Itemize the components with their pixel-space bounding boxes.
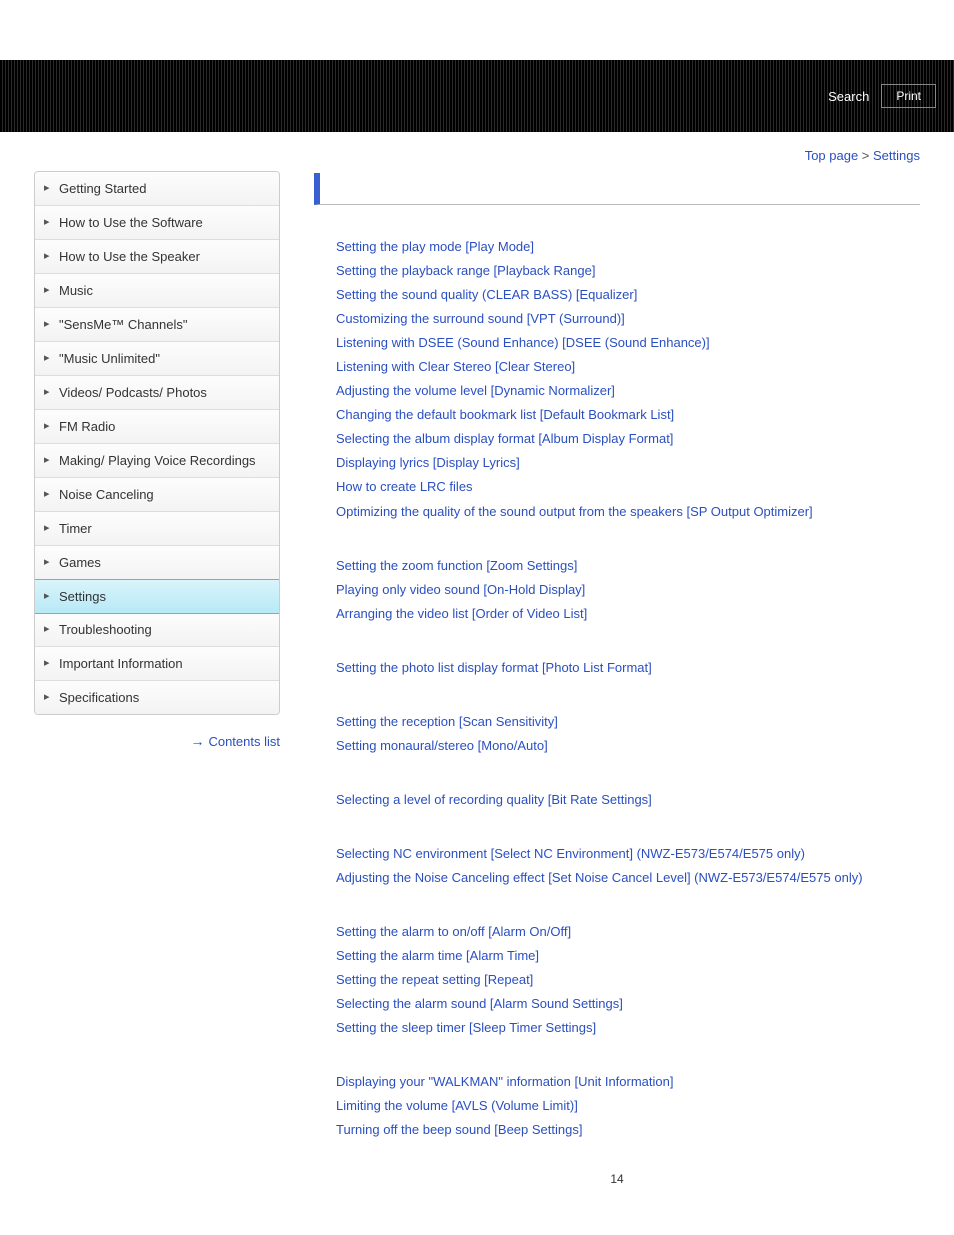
content-link[interactable]: Setting the playback range [Playback Ran…: [336, 259, 920, 283]
sidebar-item[interactable]: Getting Started: [35, 172, 279, 206]
contents-list-link-wrap: → Contents list: [34, 733, 280, 749]
sidebar-item[interactable]: Timer: [35, 512, 279, 546]
content-link[interactable]: Displaying lyrics [Display Lyrics]: [336, 451, 920, 475]
breadcrumb-sep: >: [858, 148, 873, 163]
sidebar-item[interactable]: Noise Canceling: [35, 478, 279, 512]
breadcrumb-current[interactable]: Settings: [873, 148, 920, 163]
content-link[interactable]: How to create LRC files: [336, 475, 920, 499]
content-link[interactable]: Setting the play mode [Play Mode]: [336, 235, 920, 259]
sidebar: Getting Started How to Use the Software Ho…: [34, 171, 280, 715]
sidebar-item[interactable]: Videos/ Podcasts/ Photos: [35, 376, 279, 410]
content-link[interactable]: Setting the sleep timer [Sleep Timer Set…: [336, 1016, 920, 1040]
content-link[interactable]: Changing the default bookmark list [Defa…: [336, 403, 920, 427]
link-group: Displaying your "WALKMAN" information [U…: [336, 1070, 920, 1142]
link-group: Selecting NC environment [Select NC Envi…: [336, 842, 920, 890]
content-link[interactable]: Playing only video sound [On-Hold Displa…: [336, 578, 920, 602]
content-link[interactable]: Selecting a level of recording quality […: [336, 788, 920, 812]
sidebar-item-label: "Music Unlimited": [59, 351, 160, 366]
sidebar-item-label: How to Use the Software: [59, 215, 203, 230]
sidebar-item-label: Noise Canceling: [59, 487, 154, 502]
sidebar-item-label: Games: [59, 555, 101, 570]
sidebar-item-label: Specifications: [59, 690, 139, 705]
content-link[interactable]: Turning off the beep sound [Beep Setting…: [336, 1118, 920, 1142]
link-group: Setting the play mode [Play Mode]Setting…: [336, 235, 920, 524]
sidebar-item-label: "SensMe™ Channels": [59, 317, 187, 332]
sidebar-item[interactable]: FM Radio: [35, 410, 279, 444]
sidebar-item[interactable]: "Music Unlimited": [35, 342, 279, 376]
content-link[interactable]: Adjusting the Noise Canceling effect [Se…: [336, 866, 920, 890]
sidebar-item[interactable]: Important Information: [35, 647, 279, 681]
sidebar-item[interactable]: How to Use the Software: [35, 206, 279, 240]
header-bar: Search Print: [0, 60, 954, 132]
content-link[interactable]: Selecting NC environment [Select NC Envi…: [336, 842, 920, 866]
sidebar-item-label: Getting Started: [59, 181, 146, 196]
page-number: 14: [314, 1172, 920, 1186]
sidebar-item-label: Videos/ Podcasts/ Photos: [59, 385, 207, 400]
sidebar-item-label: Music: [59, 283, 93, 298]
content-link[interactable]: Setting the photo list display format [P…: [336, 656, 920, 680]
content-link[interactable]: Adjusting the volume level [Dynamic Norm…: [336, 379, 920, 403]
sidebar-column: Getting Started How to Use the Software Ho…: [34, 171, 280, 749]
content-link[interactable]: Selecting the album display format [Albu…: [336, 427, 920, 451]
content-link[interactable]: Setting the alarm time [Alarm Time]: [336, 944, 920, 968]
link-group: Setting the reception [Scan Sensitivity]…: [336, 710, 920, 758]
search-link[interactable]: Search: [828, 89, 869, 104]
sidebar-item[interactable]: Troubleshooting: [35, 613, 279, 647]
content-link[interactable]: Setting the alarm to on/off [Alarm On/Of…: [336, 920, 920, 944]
sidebar-item-label: Important Information: [59, 656, 183, 671]
arrow-right-icon: →: [190, 733, 204, 749]
contents-list-link[interactable]: Contents list: [208, 734, 280, 749]
sidebar-item-label: Making/ Playing Voice Recordings: [59, 453, 256, 468]
breadcrumb: Top page > Settings: [0, 132, 954, 171]
content-link[interactable]: Listening with DSEE (Sound Enhance) [DSE…: [336, 331, 920, 355]
content-link[interactable]: Arranging the video list [Order of Video…: [336, 602, 920, 626]
sidebar-item[interactable]: Settings: [34, 579, 280, 614]
sidebar-item[interactable]: How to Use the Speaker: [35, 240, 279, 274]
link-group: Setting the alarm to on/off [Alarm On/Of…: [336, 920, 920, 1040]
sidebar-item-label: How to Use the Speaker: [59, 249, 200, 264]
sidebar-item-label: FM Radio: [59, 419, 115, 434]
sidebar-item-label: Troubleshooting: [59, 622, 152, 637]
print-button[interactable]: Print: [881, 84, 936, 108]
sidebar-item[interactable]: Music: [35, 274, 279, 308]
content-link[interactable]: Selecting the alarm sound [Alarm Sound S…: [336, 992, 920, 1016]
content-link[interactable]: Setting the reception [Scan Sensitivity]: [336, 710, 920, 734]
content-link[interactable]: Setting the zoom function [Zoom Settings…: [336, 554, 920, 578]
content-link[interactable]: Setting the sound quality (CLEAR BASS) […: [336, 283, 920, 307]
sidebar-item[interactable]: Specifications: [35, 681, 279, 714]
content-link[interactable]: Setting monaural/stereo [Mono/Auto]: [336, 734, 920, 758]
content-link[interactable]: Listening with Clear Stereo [Clear Stere…: [336, 355, 920, 379]
main-content: Setting the play mode [Play Mode]Setting…: [314, 171, 920, 1186]
sidebar-item[interactable]: "SensMe™ Channels": [35, 308, 279, 342]
content-link[interactable]: Setting the repeat setting [Repeat]: [336, 968, 920, 992]
sidebar-item[interactable]: Making/ Playing Voice Recordings: [35, 444, 279, 478]
sidebar-item[interactable]: Games: [35, 546, 279, 580]
content-link[interactable]: Limiting the volume [AVLS (Volume Limit)…: [336, 1094, 920, 1118]
sidebar-item-label: Settings: [59, 589, 106, 604]
sidebar-item-label: Timer: [59, 521, 92, 536]
content-link[interactable]: Displaying your "WALKMAN" information [U…: [336, 1070, 920, 1094]
link-group: Selecting a level of recording quality […: [336, 788, 920, 812]
content-link[interactable]: Optimizing the quality of the sound outp…: [336, 500, 920, 524]
breadcrumb-top-link[interactable]: Top page: [805, 148, 859, 163]
link-group: Setting the photo list display format [P…: [336, 656, 920, 680]
content-link[interactable]: Customizing the surround sound [VPT (Sur…: [336, 307, 920, 331]
link-group: Setting the zoom function [Zoom Settings…: [336, 554, 920, 626]
top-spacer: [0, 0, 954, 60]
page-title: [314, 173, 920, 205]
